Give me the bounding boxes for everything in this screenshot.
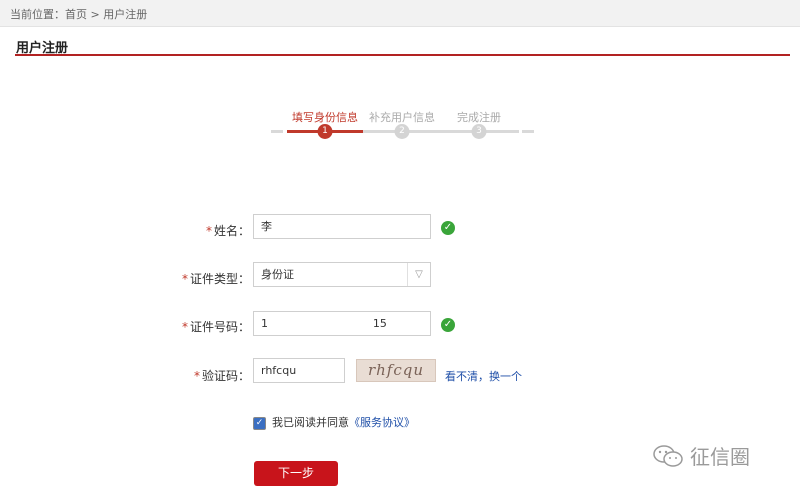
service-agreement-link[interactable]: 《服务协议》 [349, 416, 415, 429]
id-type-label: * 证件类型： [182, 270, 250, 287]
agreement-text: 我已阅读并同意 [272, 416, 349, 429]
id-number-label-text: 证件号码： [189, 320, 250, 334]
name-valid-check-icon: ✓ [441, 221, 455, 235]
breadcrumb-home-link[interactable]: 首页 [65, 8, 87, 21]
id-number-valid-check-icon: ✓ [441, 318, 455, 332]
step-3-circle: 3 [471, 124, 487, 139]
breadcrumb-prefix: 当前位置： [10, 8, 65, 21]
step-track-end [522, 130, 534, 133]
id-number-label: * 证件号码： [182, 318, 250, 335]
step-3-label: 完成注册 [457, 111, 501, 124]
captcha-label: * 验证码： [194, 367, 250, 384]
id-number-input[interactable]: 1 15 [253, 311, 431, 336]
agreement-checkbox[interactable]: ✓ [253, 416, 266, 430]
step-track-start [271, 130, 283, 133]
required-mark: * [193, 369, 200, 383]
captcha-image[interactable]: rhfcqu [356, 359, 436, 382]
agreement-row: ✓ 我已阅读并同意《服务协议》 [253, 414, 415, 430]
wechat-icon [653, 444, 683, 467]
breadcrumb-current: 用户注册 [103, 8, 148, 21]
watermark-text: 征信圈 [690, 445, 750, 469]
step-1-label: 填写身份信息 [292, 111, 358, 124]
name-label-text: 姓名： [213, 224, 250, 238]
name-input[interactable]: 李 [253, 214, 431, 239]
captcha-input[interactable]: rhfcqu [253, 358, 345, 383]
breadcrumb-separator: > [87, 8, 104, 21]
captcha-label-text: 验证码： [201, 369, 250, 383]
id-type-selected-value: 身份证 [261, 268, 294, 281]
watermark: 征信圈 [652, 441, 750, 470]
title-divider [15, 54, 790, 56]
captcha-refresh-link[interactable]: 看不清，换一个 [445, 368, 522, 384]
id-type-select[interactable]: 身份证 ▽ [253, 262, 431, 287]
step-2-label: 补充用户信息 [369, 111, 435, 124]
breadcrumb: 当前位置：首页 > 用户注册 [10, 6, 147, 22]
required-mark: * [205, 224, 212, 238]
required-mark: * [181, 272, 188, 286]
id-type-label-text: 证件类型： [189, 272, 250, 286]
step-1-circle: 1 [317, 124, 333, 139]
required-mark: * [181, 320, 188, 334]
step-2-circle: 2 [394, 124, 410, 139]
breadcrumb-bar: 当前位置：首页 > 用户注册 [0, 0, 800, 27]
name-label: * 姓名： [206, 222, 250, 239]
chevron-down-icon[interactable]: ▽ [407, 263, 430, 286]
step-track-pending [363, 130, 519, 133]
next-step-button[interactable]: 下一步 [254, 461, 338, 486]
